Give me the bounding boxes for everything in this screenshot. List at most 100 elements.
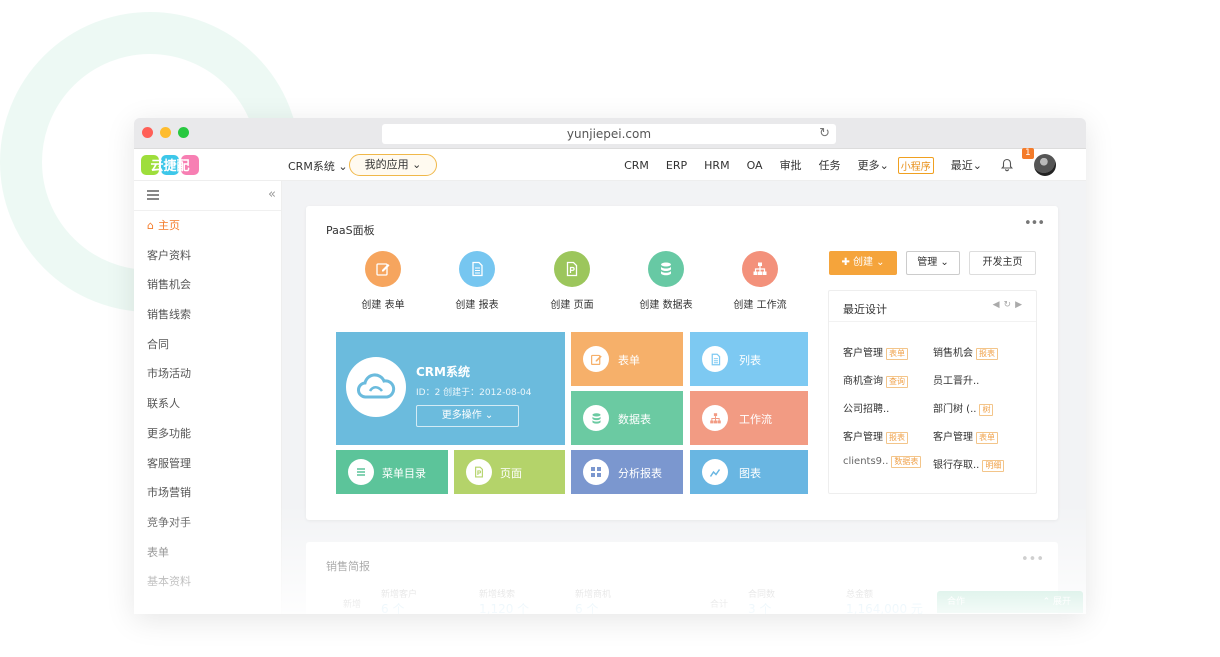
collapse-sidebar-icon[interactable]: « [268,187,276,202]
tile-form[interactable]: 表单 [571,332,683,386]
page-icon [466,459,492,485]
avatar[interactable] [1034,154,1056,176]
nav-recent-label: 最近 [950,159,973,172]
nav-more-label: 更多 [857,159,880,172]
tile-datatable[interactable]: 数据表 [571,391,683,445]
recent-design-item[interactable]: 客户管理 表单 [843,344,908,360]
sidebar-item-leads[interactable]: 销售线索 [134,300,281,330]
chat-bar[interactable]: 合作 ⌃ 展开 [937,591,1083,613]
my-apps-dropdown[interactable]: 我的应用 ⌄ [349,154,437,176]
recent-design-item[interactable]: 商机查询 查询 [843,372,908,388]
bell-icon[interactable] [1000,158,1014,172]
tile-analysis-report[interactable]: 分析报表 [571,450,683,494]
sidebar-item-competitors[interactable]: 竞争对手 [134,508,281,538]
item-tag: 明细 [982,460,1005,472]
tile-workflow-label: 工作流 [739,413,772,426]
tile-menu-directory[interactable]: 菜单目录 [336,450,448,494]
sidebar-item-opportunities[interactable]: 销售机会 [134,270,281,300]
stat-label: 新增线索 [479,590,516,600]
create-datatable-shortcut[interactable]: 创建 数据表 [626,251,706,311]
recent-design-item[interactable]: 员工晋升.. [933,372,979,387]
next-icon[interactable]: ▶ [1015,300,1026,310]
sidebar-item-forms[interactable]: 表单 [134,538,281,568]
recent-design-item[interactable]: clients9.. 数据表 [843,456,922,468]
more-options-icon[interactable]: ••• [1021,552,1044,567]
nav-item-crm[interactable]: CRM [624,159,649,172]
nav-item-erp[interactable]: ERP [666,159,687,172]
tile-workflow[interactable]: 工作流 [690,391,808,445]
sidebar-item-more[interactable]: 更多功能 [134,419,281,449]
tile-page[interactable]: 页面 [454,450,565,494]
tile-analysis-report-label: 分析报表 [618,467,662,480]
more-actions-button[interactable]: 更多操作 ⌄ [416,405,519,427]
recent-design-item[interactable]: 银行存取.. 明细 [933,456,1005,472]
dev-home-button[interactable]: 开发主页 [969,251,1036,275]
item-tag: 查询 [886,376,908,388]
mini-program-badge[interactable]: 小程序 [897,156,934,174]
list-icon [348,459,374,485]
nav-item-oa[interactable]: OA [747,159,763,172]
sidebar-item-marketing[interactable]: 市场营销 [134,478,281,508]
create-button-label: 创建 [853,257,873,268]
tile-chart[interactable]: 图表 [690,450,808,494]
item-tag: 报表 [886,432,908,444]
sidebar-header: « [134,181,281,211]
stat-value: 1,164,000 元 [846,602,923,614]
nav-item-approval[interactable]: 审批 [780,157,802,173]
browser-window: yunjiepei.com ↻ 云捷配 CRM系统 ⌄ 我的应用 ⌄ CRM E… [134,118,1086,614]
recent-design-item[interactable]: 销售机会 报表 [933,344,998,360]
tile-datatable-label: 数据表 [618,413,651,426]
address-bar[interactable]: yunjiepei.com ↻ [382,124,836,144]
nav-item-tasks[interactable]: 任务 [819,157,841,173]
recent-design-item[interactable]: 公司招聘.. [843,400,889,415]
recent-design-card: 最近设计 ◀↻▶ 客户管理 表单 销售机会 报表 商机查询 查询 员工晋升.. 公司招… [828,290,1037,494]
sidebar-item-home[interactable]: 主页 [134,211,281,241]
edit-icon [365,251,401,287]
create-form-shortcut[interactable]: 创建 表单 [343,251,423,311]
maximize-window-button[interactable] [178,127,189,138]
grid-icon [583,459,609,485]
stat-label: 新增客户 [381,590,418,600]
create-button[interactable]: ✚ 创建 ⌄ [829,251,897,275]
menu-icon[interactable] [147,190,159,200]
create-report-shortcut[interactable]: 创建 报表 [437,251,517,311]
manage-button[interactable]: 管理 ⌄ [906,251,960,275]
page-icon [554,251,590,287]
nav-item-recent[interactable]: 最近⌄ [951,157,982,173]
crm-system-tile[interactable]: CRM系统 ID：2 创建于：2012-08-04 更多操作 ⌄ [336,332,565,445]
reload-icon[interactable]: ↻ [819,126,830,142]
sidebar-item-service[interactable]: 客服管理 [134,449,281,479]
sidebar-item-basics[interactable]: 基本资料 [134,567,281,597]
recent-design-item[interactable]: 部门树 (.. 树 [933,400,994,416]
create-page-label: 创建 页面 [550,300,594,311]
create-page-shortcut[interactable]: 创建 页面 [532,251,612,311]
user-menu[interactable]: 1 [1022,148,1056,176]
notification-count-badge: 1 [1022,148,1034,159]
recent-design-item[interactable]: 客户管理 报表 [843,428,908,444]
nav-item-more[interactable]: 更多⌄ [858,157,889,173]
sidebar-item-customers[interactable]: 客户资料 [134,241,281,271]
nav-item-hrm[interactable]: HRM [704,159,729,172]
tile-list[interactable]: 列表 [690,332,808,386]
crm-system-dropdown[interactable]: CRM系统 ⌄ [288,158,348,174]
item-tag: 数据表 [891,456,922,468]
more-options-icon[interactable]: ••• [1024,216,1045,231]
sidebar-item-contacts[interactable]: 联系人 [134,389,281,419]
create-workflow-shortcut[interactable]: 创建 工作流 [720,251,800,311]
crm-system-name: CRM系统 [416,365,470,379]
sidebar-item-contracts[interactable]: 合同 [134,330,281,360]
expand-chat-button[interactable]: ⌃ 展开 [1043,591,1071,613]
crm-system-label: CRM系统 [288,160,335,173]
minimize-window-button[interactable] [160,127,171,138]
item-tag: 表单 [976,432,998,444]
manage-button-label: 管理 [917,257,938,268]
close-window-button[interactable] [142,127,153,138]
refresh-icon[interactable]: ↻ [1004,300,1016,310]
item-tag: 表单 [886,348,908,360]
sidebar-item-campaigns[interactable]: 市场活动 [134,359,281,389]
new-side-label: 新增 [343,600,362,610]
recent-design-item[interactable]: 客户管理 表单 [933,428,998,444]
prev-icon[interactable]: ◀ [993,300,1004,310]
top-navigation: 云捷配 CRM系统 ⌄ 我的应用 ⌄ CRM ERP HRM OA 审批 任务 … [134,148,1086,181]
brand-logo[interactable]: 云捷配 [140,152,200,178]
